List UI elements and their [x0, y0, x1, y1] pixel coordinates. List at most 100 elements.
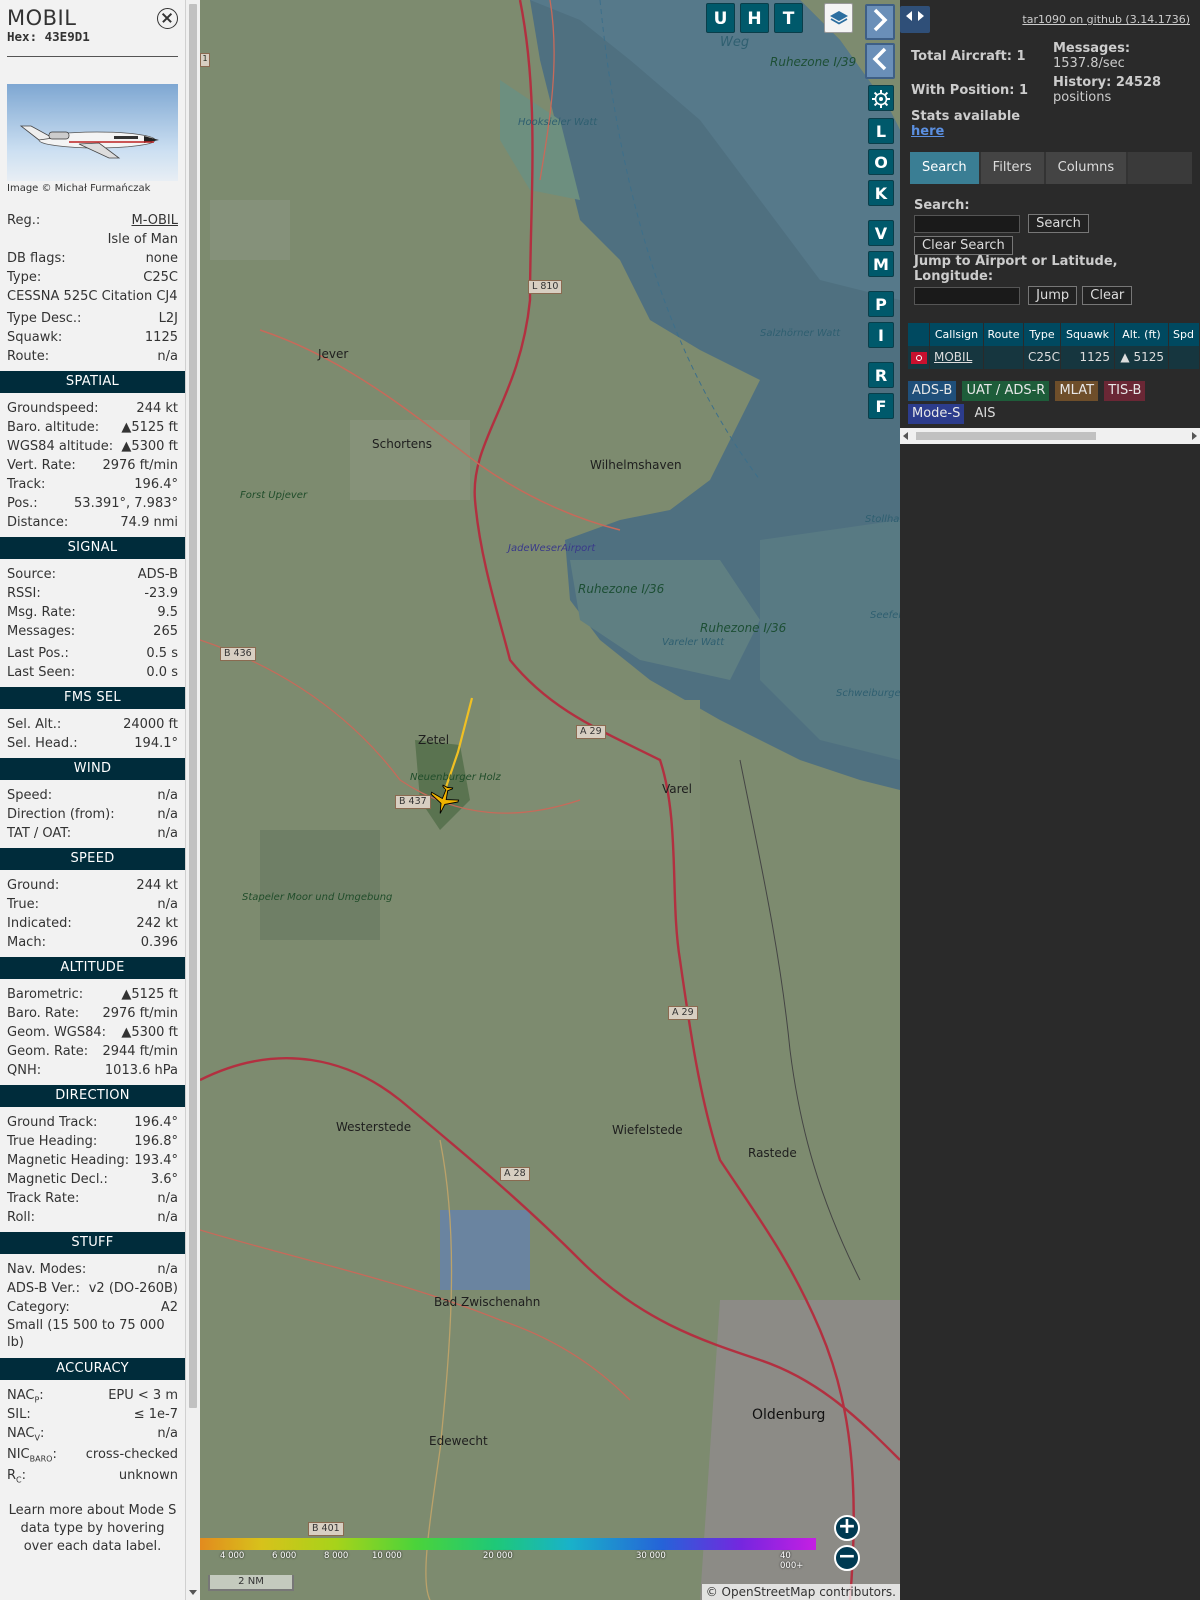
spatial-row: Baro. altitude: ▲5125 ft	[0, 418, 185, 437]
aircraft-marker-icon[interactable]	[428, 784, 460, 816]
search-input[interactable]	[914, 214, 1020, 233]
cell-callsign[interactable]: MOBIL	[930, 346, 984, 369]
col-squawk[interactable]: Squawk	[1061, 323, 1115, 346]
signal-row: Msg. Rate: 9.5	[0, 603, 185, 622]
speed-label: Mach:	[7, 935, 46, 950]
section-altitude: ALTITUDE	[0, 957, 185, 979]
cell-squawk: 1125	[1061, 346, 1115, 369]
altitude-row: Geom. Rate: 2944 ft/min	[0, 1042, 185, 1061]
col-type[interactable]: Type	[1024, 323, 1061, 346]
jump-label: Jump to Airport or Latitude, Longitude:	[914, 254, 1118, 284]
fms-value: 24000 ft	[123, 717, 178, 732]
altitude-label: Barometric:	[7, 987, 84, 1002]
map-button-f[interactable]: F	[868, 393, 894, 419]
section-accuracy: ACCURACY	[0, 1358, 185, 1380]
expand-collapse-toggle[interactable]	[900, 6, 930, 33]
label-schortens: Schortens	[372, 437, 433, 451]
map-button-v[interactable]: V	[868, 220, 894, 246]
layers-button[interactable]	[824, 3, 853, 33]
spatial-label: Groundspeed:	[7, 401, 99, 416]
rc-value: unknown	[118, 1468, 178, 1483]
direction-value: 3.6°	[150, 1172, 178, 1187]
stats-available: Stats available here	[911, 109, 1020, 139]
map-button-k[interactable]: K	[868, 180, 894, 206]
jump-button[interactable]: Jump	[1028, 286, 1078, 305]
map-button-u[interactable]: U	[706, 3, 735, 33]
stuff-label: Category:	[7, 1300, 70, 1315]
info-label: DB flags:	[7, 251, 66, 266]
nacv-value: n/a	[157, 1426, 178, 1441]
altitude-row: Geom. WGS84: ▲5300 ft	[0, 1023, 185, 1042]
zoom-in-button[interactable]: +	[834, 1515, 860, 1541]
close-icon[interactable]	[157, 8, 178, 29]
tab-columns[interactable]: Columns	[1045, 152, 1127, 184]
info-panel-scrollbar[interactable]	[185, 0, 200, 1600]
fms-value: 194.1°	[134, 736, 178, 751]
table-row[interactable]: MOBIL C25C 1125 ▲ 5125	[908, 346, 1200, 369]
stuff-value: n/a	[157, 1262, 178, 1277]
info-row: Route: n/a	[0, 347, 185, 366]
map-button-i[interactable]: I	[868, 322, 894, 348]
col-flag	[908, 323, 930, 346]
col-route[interactable]: Route	[984, 323, 1024, 346]
map-attribution[interactable]: © OpenStreetMap contributors.	[701, 1584, 900, 1600]
speed-value: n/a	[157, 897, 178, 912]
map-button-o[interactable]: O	[868, 149, 894, 175]
road-marker-1: 1	[200, 53, 210, 67]
aircraft-callsign: MOBIL	[7, 6, 77, 30]
chevron-left-icon	[872, 47, 887, 71]
jump-input[interactable]	[914, 286, 1020, 305]
scroll-left-icon[interactable]	[903, 432, 908, 440]
table-horizontal-scrollbar[interactable]	[900, 428, 1200, 444]
scrollbar-thumb[interactable]	[189, 4, 197, 1408]
stats-link[interactable]: here	[911, 124, 944, 139]
col-callsign[interactable]: Callsign	[930, 323, 984, 346]
source-legend: ADS-B UAT / ADS-R MLAT TIS-B Mode-S AIS	[908, 380, 1198, 426]
reg-link[interactable]: M-OBIL	[132, 211, 179, 230]
prev-button[interactable]	[865, 43, 895, 79]
tab-search[interactable]: Search	[910, 152, 979, 184]
country-value: Isle of Man	[107, 232, 178, 247]
road-b436: B 436	[220, 647, 256, 661]
scroll-right-icon[interactable]	[1192, 432, 1197, 440]
github-link[interactable]: tar1090 on github (3.14.1736)	[1022, 13, 1190, 26]
map-base	[200, 0, 900, 1600]
with-position: With Position: 1	[911, 83, 1029, 98]
col-alt[interactable]: Alt. (ft)	[1115, 323, 1169, 346]
map-button-l[interactable]: L	[868, 118, 894, 144]
next-button[interactable]	[865, 4, 895, 40]
wind-label: Speed:	[7, 788, 53, 803]
tab-filters[interactable]: Filters	[980, 152, 1044, 184]
info-header: MOBIL Hex: 43E9D1	[0, 0, 185, 56]
section-speed: SPEED	[0, 848, 185, 870]
settings-button[interactable]	[868, 85, 894, 111]
nicbaro-label: NICBARO:	[7, 1447, 57, 1464]
clear-jump-button[interactable]: Clear	[1082, 286, 1133, 305]
altitude-value: 2976 ft/min	[102, 1006, 178, 1021]
nacp-value: EPU < 3 m	[108, 1388, 178, 1403]
h-scroll-thumb[interactable]	[916, 432, 1096, 440]
map-button-m[interactable]: M	[868, 251, 894, 277]
map-button-h[interactable]: H	[740, 3, 769, 33]
label-zetel: Zetel	[418, 733, 450, 747]
map-button-p[interactable]: P	[868, 291, 894, 317]
zoom-out-button[interactable]: −	[834, 1545, 860, 1571]
scroll-down-icon[interactable]	[189, 1590, 197, 1595]
search-button[interactable]: Search	[1028, 214, 1089, 233]
info-value: none	[145, 251, 178, 266]
speed-label: Indicated:	[7, 916, 72, 931]
col-speed[interactable]: Spd	[1169, 323, 1200, 346]
altitude-row: Baro. Rate: 2976 ft/min	[0, 1004, 185, 1023]
gear-icon	[872, 90, 890, 108]
label-salzhorner-watt: Salzhörner Watt	[760, 328, 841, 339]
map-canvas[interactable]: 1 Weg Ruhezone I/39 Hooksieler Watt L 81…	[200, 0, 900, 1600]
map-button-t[interactable]: T	[774, 3, 803, 33]
category-desc-row: Small (15 500 to 75 000 lb)	[0, 1317, 185, 1353]
direction-label: True Heading:	[7, 1134, 98, 1149]
aircraft-photo[interactable]	[7, 84, 178, 181]
label-rastede: Rastede	[748, 1146, 797, 1160]
clear-search-button[interactable]: Clear Search	[914, 236, 1013, 255]
signal-row: Last Seen: 0.0 s	[0, 663, 185, 682]
map-button-r[interactable]: R	[868, 362, 894, 388]
wind-row: TAT / OAT: n/a	[0, 824, 185, 843]
